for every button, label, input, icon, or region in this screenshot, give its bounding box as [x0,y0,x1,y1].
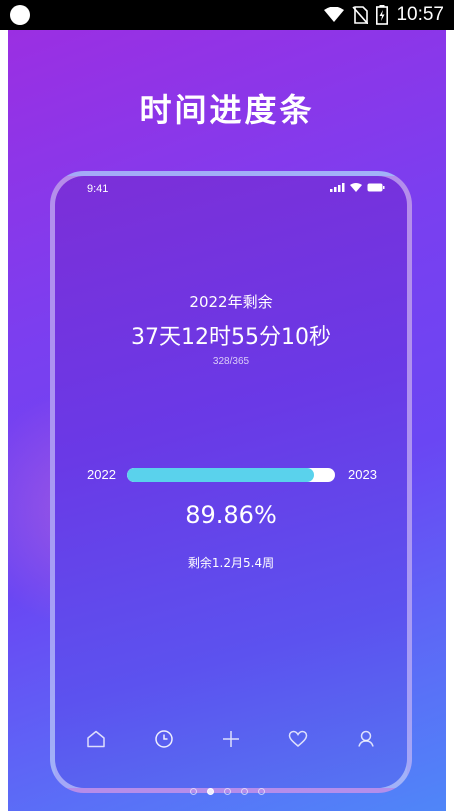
remaining-months-weeks: 剩余1.2月5.4周 [187,556,275,570]
page-dot[interactable] [240,788,248,795]
promo-card: 时间进度条 9:41 2022年剩余 37天12时55分10秒 328/365 … [8,30,446,811]
year-progress: 2022 2023 [55,466,407,486]
status-icons: 10:57 [324,4,444,26]
no-sim-icon [352,6,369,24]
page-dot[interactable] [189,788,197,795]
remaining-time-value: 37天12时55分10秒 [131,325,331,350]
signal-icon [330,183,345,192]
tab-clock[interactable] [149,724,179,754]
tab-add[interactable] [216,724,246,754]
page-dot[interactable] [223,788,231,795]
bottom-tab-bar [55,724,407,754]
heart-icon [288,730,308,747]
year-remaining-label: 2022年剩余 [189,293,273,311]
status-time: 10:57 [396,4,444,25]
page-dot[interactable] [206,788,214,795]
page-dot[interactable] [257,788,265,795]
progress-percent: 89.86% [185,501,277,529]
tab-home[interactable] [81,724,111,754]
wifi-icon [350,183,362,192]
phone-mockup: 9:41 2022年剩余 37天12时55分10秒 328/365 2022 2 [50,171,412,793]
plus-icon [223,731,239,747]
battery-charging-icon [376,5,389,25]
day-count: 328/365 [212,356,250,367]
system-status-bar: 10:57 [0,0,454,30]
banner-title: 时间进度条 [139,91,315,129]
profile-icon [358,730,374,747]
progress-start-year: 2022 [87,467,116,482]
progress-bar-track [127,468,335,482]
phone-status-icons [330,183,385,192]
home-icon [87,730,105,748]
tab-favorites[interactable] [283,724,313,754]
progress-end-year: 2023 [348,467,377,482]
clock-icon [155,730,173,748]
battery-icon [367,183,385,192]
wifi-icon [324,7,345,23]
circle-dot-icon [10,5,30,25]
phone-status-time: 9:41 [87,183,109,195]
phone-status-bar: 9:41 [55,176,407,202]
tab-profile[interactable] [351,724,381,754]
page-indicator [8,788,446,800]
progress-bar-fill [127,468,314,482]
